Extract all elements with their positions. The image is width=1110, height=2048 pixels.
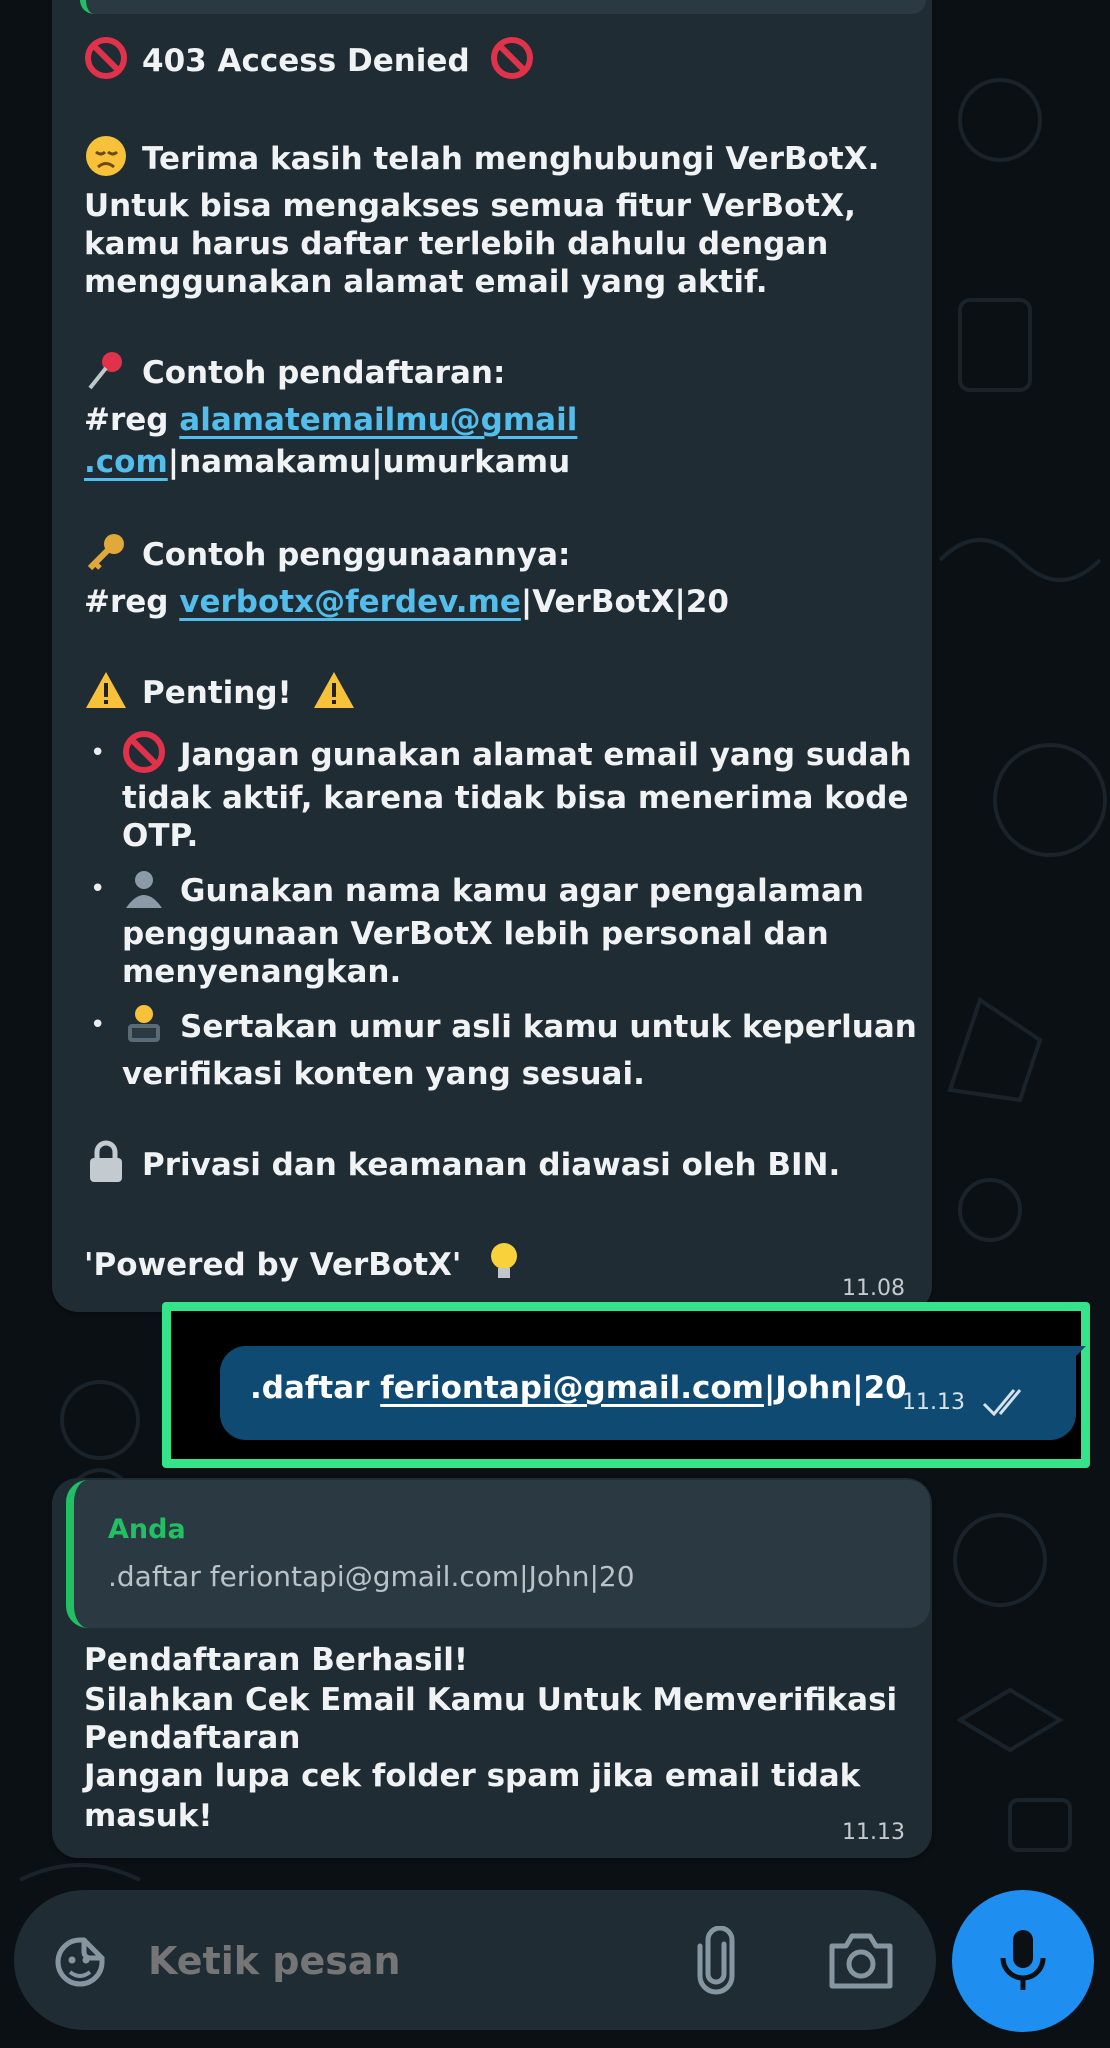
lock-icon <box>90 1140 122 1182</box>
email-link[interactable]: verbotx@ferdev.me <box>179 584 521 620</box>
key-icon <box>87 534 124 571</box>
paperclip-icon[interactable] <box>690 1926 744 1996</box>
message-text-line: menggunakan alamat email yang aktif. <box>84 264 768 300</box>
bullet-text-line: Gunakan nama kamu agar pengalaman <box>122 866 864 911</box>
message-time: 11.13 <box>842 1820 905 1845</box>
message-time: 11.08 <box>842 1276 905 1301</box>
disappointed-face-icon <box>86 136 126 176</box>
message-text-line: Untuk bisa mengakses semua fitur VerBotX… <box>84 188 856 224</box>
bubble-tail <box>1064 1346 1086 1368</box>
usage-heading: Contoh penggunaannya: <box>84 530 570 575</box>
warning-icon <box>86 672 126 708</box>
bullet-dot: • <box>90 1010 106 1040</box>
quote-author: Anda <box>108 1514 186 1545</box>
technologist-icon <box>128 1005 160 1042</box>
reply-line: Jangan lupa cek folder spam jika email t… <box>84 1758 861 1794</box>
bullet-text-line: Jangan gunakan alamat email yang sudah <box>122 730 912 775</box>
reply-line: Pendaftaran Berhasil! <box>84 1642 468 1678</box>
bullet-text-line: Sertakan umur asli kamu untuk keperluan <box>122 1002 917 1047</box>
email-link[interactable]: .com <box>84 444 168 480</box>
bullet-text-line: tidak aktif, karena tidak bisa menerima … <box>122 780 909 816</box>
pushpin-icon <box>88 352 122 390</box>
double-check-icon <box>982 1389 1022 1417</box>
quote-text: .daftar feriontapi@gmail.com|John|20 <box>108 1560 635 1593</box>
lightbulb-icon <box>491 1243 518 1278</box>
outgoing-message-text: .daftar feriontapi@gmail.com|John|20 <box>250 1370 907 1406</box>
reply-line: masuk! <box>84 1798 213 1834</box>
bullet-text-line: verifikasi konten yang sesuai. <box>122 1056 645 1092</box>
prohibited-icon <box>491 37 534 79</box>
microphone-icon <box>1000 1930 1046 1990</box>
powered-by-line: 'Powered by VerBotX' <box>84 1240 540 1285</box>
quoted-message-fragment <box>80 0 926 14</box>
bullet-text-line: OTP. <box>122 818 199 854</box>
message-time: 11.13 <box>902 1390 965 1415</box>
important-heading: Penting! <box>84 668 370 713</box>
privacy-line: Privasi dan keamanan diawasi oleh BIN. <box>84 1140 840 1185</box>
message-title: 403 Access Denied <box>84 36 548 81</box>
reply-line: Pendaftaran <box>84 1720 301 1756</box>
reply-line: Silahkan Cek Email Kamu Untuk Memverifik… <box>84 1682 898 1718</box>
bullet-text-line: penggunaan VerBotX lebih personal dan <box>122 916 829 952</box>
outgoing-message-bubble[interactable]: .daftar feriontapi@gmail.com|John|20 11.… <box>220 1346 1076 1440</box>
usage-line: #reg verbotx@ferdev.me|VerBotX|20 <box>84 584 729 620</box>
bullet-text-line: menyenangkan. <box>122 954 402 990</box>
person-silhouette-icon <box>126 871 162 908</box>
microphone-button[interactable] <box>952 1890 1094 2032</box>
bullet-dot: • <box>90 874 106 904</box>
email-link[interactable]: alamatemailmu@gmail <box>179 402 577 438</box>
message-intro: Terima kasih telah menghubungi VerBotX. <box>84 134 879 179</box>
message-input-bar <box>14 1890 936 2030</box>
warning-icon <box>314 672 355 708</box>
camera-icon[interactable] <box>826 1930 896 1992</box>
message-text-line: kamu harus daftar terlebih dahulu dengan <box>84 226 829 262</box>
example-line-2: .com|namakamu|umurkamu <box>84 444 571 480</box>
email-link[interactable]: feriontapi@gmail.com <box>380 1370 764 1406</box>
example-line-1: #reg alamatemailmu@gmail <box>84 402 578 438</box>
bullet-dot: • <box>90 738 106 768</box>
sticker-icon[interactable] <box>48 1930 112 1994</box>
prohibited-icon <box>123 731 165 773</box>
quoted-message[interactable]: Anda .daftar feriontapi@gmail.com|John|2… <box>66 1480 930 1628</box>
example-heading: Contoh pendaftaran: <box>84 348 505 393</box>
message-input[interactable] <box>146 1930 670 1992</box>
prohibited-icon <box>85 37 127 79</box>
